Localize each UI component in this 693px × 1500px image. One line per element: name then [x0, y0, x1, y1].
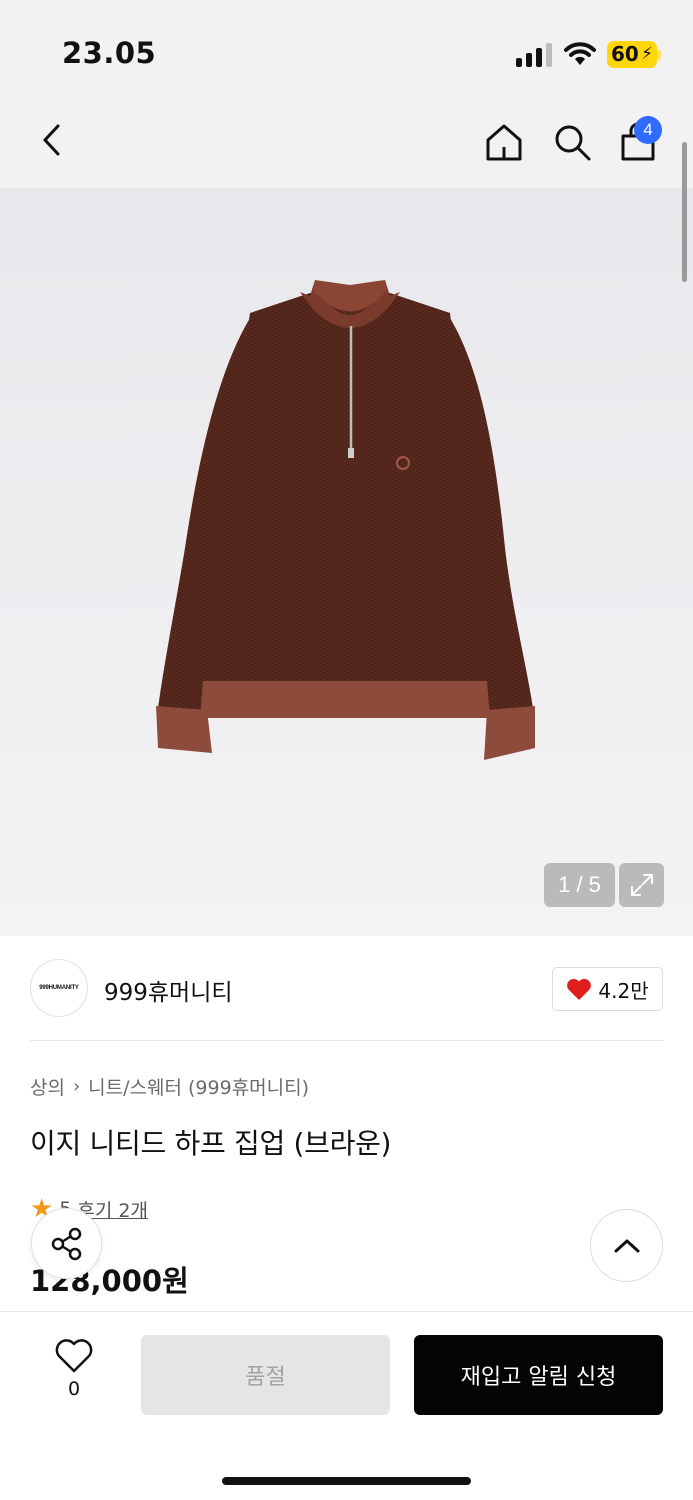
heart-outline-icon	[55, 1339, 93, 1373]
battery-level: 60	[611, 42, 639, 66]
home-button[interactable]	[480, 118, 528, 166]
search-icon	[555, 125, 591, 161]
wifi-icon	[564, 42, 596, 65]
bolt-icon: ⚡	[641, 44, 653, 64]
product-title: 이지 니티드 하프 집업 (브라운)	[30, 1127, 392, 1160]
chevron-up-icon	[614, 1239, 639, 1252]
chevron-left-icon	[43, 124, 60, 156]
top-nav: 4	[0, 100, 693, 188]
brand-row: 999HUMANITY 999휴머니티 4.2만	[30, 958, 663, 1020]
share-button[interactable]	[31, 1208, 102, 1279]
breadcrumb-item-category[interactable]: 상의	[30, 1073, 65, 1100]
scrollbar[interactable]	[682, 142, 687, 282]
like-count: 4.2만	[598, 978, 649, 1003]
bottom-action-bar: 0 품절 재입고 알림 신청	[0, 1311, 693, 1500]
share-icon	[51, 1227, 81, 1260]
scroll-top-button[interactable]	[590, 1209, 663, 1282]
search-button[interactable]	[548, 118, 596, 166]
breadcrumb-item-subcategory[interactable]: 니트/스웨터 (999휴머니티)	[88, 1073, 309, 1100]
cellular-signal-icon	[516, 43, 552, 67]
product-photo	[156, 280, 535, 760]
expand-icon	[630, 874, 653, 896]
cart-count-badge: 4	[634, 116, 662, 144]
home-icon	[486, 124, 522, 161]
status-time: 23.05	[62, 36, 157, 70]
chevron-right-icon: ›	[72, 1076, 81, 1097]
image-counter: 1 / 5	[544, 863, 615, 907]
brand-like-button[interactable]: 4.2만	[552, 967, 663, 1011]
status-bar: 23.05 60 ⚡	[0, 0, 693, 100]
heart-filled-icon	[567, 978, 592, 1000]
wishlist-count: 0	[67, 1378, 81, 1400]
wishlist-button[interactable]: 0	[48, 1338, 100, 1408]
breadcrumb: 상의 › 니트/스웨터 (999휴머니티)	[30, 1073, 309, 1100]
divider	[30, 1040, 663, 1041]
product-image-gallery[interactable]: 1 / 5	[0, 188, 693, 936]
restock-alert-button[interactable]: 재입고 알림 신청	[414, 1335, 663, 1415]
brand-logo[interactable]: 999HUMANITY	[30, 959, 88, 1017]
soldout-button[interactable]: 품절	[141, 1335, 390, 1415]
battery-cap	[657, 50, 661, 60]
home-indicator[interactable]	[222, 1477, 471, 1485]
expand-button[interactable]	[619, 863, 664, 907]
brand-name[interactable]: 999휴머니티	[104, 973, 233, 1007]
back-button[interactable]	[30, 118, 74, 162]
battery-icon: 60 ⚡	[607, 41, 657, 68]
